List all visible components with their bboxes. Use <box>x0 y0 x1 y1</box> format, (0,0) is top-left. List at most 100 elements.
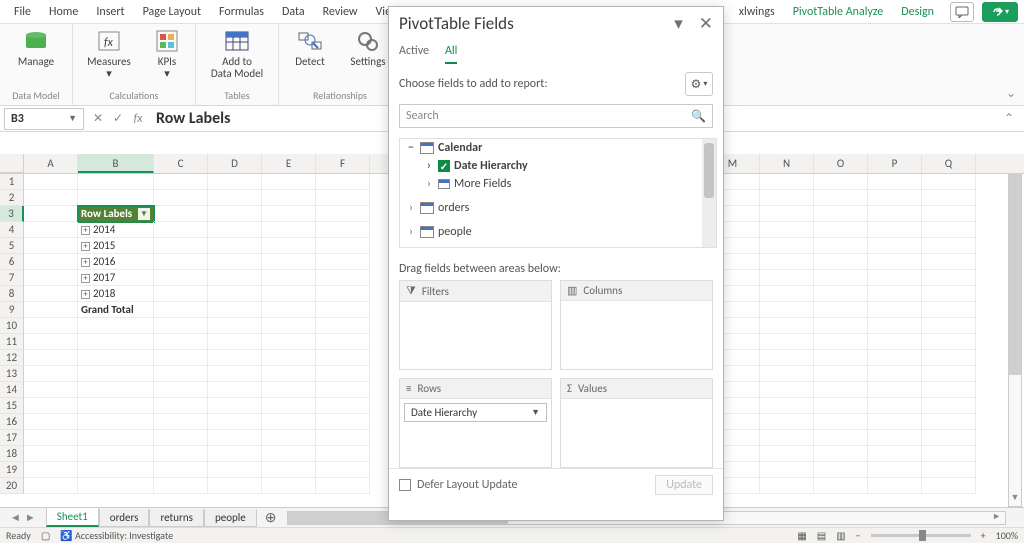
zoom-out-button[interactable]: − <box>856 529 861 542</box>
zoom-slider[interactable] <box>871 534 971 537</box>
sheet-tab-orders[interactable]: orders <box>99 509 150 527</box>
pivot-cell[interactable]: +2016 <box>78 254 154 270</box>
col-N[interactable]: N <box>760 154 814 173</box>
enter-formula-icon[interactable]: ✓ <box>108 111 128 126</box>
tab-insert[interactable]: Insert <box>88 2 132 22</box>
view-page-layout-icon[interactable]: ▤ <box>817 529 826 542</box>
row-12[interactable]: 12 <box>0 350 24 366</box>
name-box[interactable]: B3 ▼ <box>4 108 84 130</box>
share-button[interactable]: ▾ <box>982 2 1018 22</box>
col-D[interactable]: D <box>208 154 262 173</box>
detect-button[interactable]: Detect <box>287 28 333 68</box>
area-filters[interactable]: ⧩Filters <box>399 280 552 370</box>
pivot-cell[interactable]: +2015 <box>78 238 154 254</box>
field-calendar[interactable]: Calendar <box>438 141 482 155</box>
select-all-triangle[interactable] <box>0 154 24 173</box>
field-list[interactable]: −Calendar ›✓Date Hierarchy ›More Fields … <box>399 138 717 248</box>
zoom-in-button[interactable]: + <box>981 529 986 542</box>
col-C[interactable]: C <box>154 154 208 173</box>
tab-formulas[interactable]: Formulas <box>211 2 272 22</box>
row-8[interactable]: 8 <box>0 286 24 302</box>
kpis-button[interactable]: KPIs▾ <box>147 28 187 80</box>
row-9[interactable]: 9 <box>0 302 24 318</box>
macro-record-icon[interactable]: ▢ <box>41 529 50 542</box>
tab-design[interactable]: Design <box>893 2 942 22</box>
field-list-scrollbar[interactable] <box>702 139 716 247</box>
add-to-data-model-button[interactable]: Add to Data Model <box>204 28 270 80</box>
field-people[interactable]: people <box>438 225 472 239</box>
pane-tab-active[interactable]: Active <box>399 40 429 64</box>
col-B[interactable]: B <box>78 154 154 173</box>
row-13[interactable]: 13 <box>0 366 24 382</box>
row-2[interactable]: 2 <box>0 190 24 206</box>
area-values[interactable]: ΣValues <box>560 378 713 468</box>
row-14[interactable]: 14 <box>0 382 24 398</box>
field-search-input[interactable]: Search 🔍 <box>399 104 713 128</box>
row-field-date-hierarchy[interactable]: Date Hierarchy ▼ <box>404 403 547 422</box>
sheet-tab-returns[interactable]: returns <box>149 509 203 527</box>
view-page-break-icon[interactable]: ▥ <box>836 529 845 542</box>
sheet-tab-sheet1[interactable]: Sheet1 <box>46 508 99 527</box>
measures-button[interactable]: fx Measures▾ <box>81 28 137 80</box>
zoom-level[interactable]: 100% <box>996 529 1018 542</box>
vertical-scrollbar[interactable]: ▲ ▼ <box>1008 174 1022 507</box>
pane-gear-button[interactable]: ⚙▾ <box>685 72 713 96</box>
row-4[interactable]: 4 <box>0 222 24 238</box>
pivot-cell[interactable]: +2014 <box>78 222 154 238</box>
row-10[interactable]: 10 <box>0 318 24 334</box>
row-16[interactable]: 16 <box>0 414 24 430</box>
manage-button[interactable]: Manage <box>8 28 64 68</box>
row-3[interactable]: 3 <box>0 206 24 222</box>
row-15[interactable]: 15 <box>0 398 24 414</box>
col-F[interactable]: F <box>316 154 370 173</box>
view-normal-icon[interactable]: ▦ <box>797 529 806 542</box>
field-orders[interactable]: orders <box>438 201 469 215</box>
fx-icon[interactable]: fx <box>128 112 148 126</box>
row-20[interactable]: 20 <box>0 478 24 494</box>
pivot-cell[interactable]: Grand Total <box>78 302 154 318</box>
tab-data[interactable]: Data <box>274 2 313 22</box>
checkbox-date-hierarchy[interactable]: ✓ <box>438 160 450 172</box>
pivot-cell[interactable]: Row Labels▼ <box>78 206 154 222</box>
row-1[interactable]: 1 <box>0 174 24 190</box>
chevron-down-icon[interactable]: ▼ <box>531 407 540 418</box>
col-A[interactable]: A <box>24 154 78 173</box>
sheet-nav-next[interactable]: ► <box>25 511 36 524</box>
formula-bar-expand-icon[interactable]: ⌃ <box>994 111 1024 126</box>
settings-button[interactable]: Settings <box>343 28 393 68</box>
row-11[interactable]: 11 <box>0 334 24 350</box>
col-Q[interactable]: Q <box>922 154 976 173</box>
tab-review[interactable]: Review <box>315 2 366 22</box>
col-P[interactable]: P <box>868 154 922 173</box>
tab-page-layout[interactable]: Page Layout <box>135 2 209 22</box>
chevron-down-icon[interactable]: ▼ <box>68 113 77 124</box>
pivot-cell[interactable]: +2017 <box>78 270 154 286</box>
scrollbar-thumb[interactable] <box>1009 175 1021 375</box>
col-O[interactable]: O <box>814 154 868 173</box>
comments-button[interactable] <box>950 2 974 22</box>
row-5[interactable]: 5 <box>0 238 24 254</box>
ribbon-collapse-icon[interactable]: ⌄ <box>998 82 1024 105</box>
row-7[interactable]: 7 <box>0 270 24 286</box>
tab-pivottable-analyze[interactable]: PivotTable Analyze <box>785 2 892 22</box>
new-sheet-button[interactable]: ⊕ <box>257 509 285 526</box>
pane-close-icon[interactable]: ✕ <box>699 13 713 34</box>
update-button[interactable]: Update <box>655 475 713 495</box>
cancel-formula-icon[interactable]: ✕ <box>88 111 108 126</box>
row-6[interactable]: 6 <box>0 254 24 270</box>
col-E[interactable]: E <box>262 154 316 173</box>
tab-file[interactable]: File <box>6 2 39 22</box>
row-18[interactable]: 18 <box>0 446 24 462</box>
sheet-nav-prev[interactable]: ◄ <box>10 511 21 524</box>
field-date-hierarchy[interactable]: Date Hierarchy <box>454 159 528 173</box>
row-19[interactable]: 19 <box>0 462 24 478</box>
pivot-cell[interactable]: +2018 <box>78 286 154 302</box>
tab-home[interactable]: Home <box>41 2 86 22</box>
sheet-tab-people[interactable]: people <box>204 509 257 527</box>
area-columns[interactable]: ▥Columns <box>560 280 713 370</box>
defer-layout-checkbox[interactable] <box>399 479 411 491</box>
tab-xlwings[interactable]: xlwings <box>731 2 783 22</box>
pane-menu-icon[interactable]: ▾ <box>674 13 683 34</box>
field-more-fields[interactable]: More Fields <box>454 177 511 191</box>
row-17[interactable]: 17 <box>0 430 24 446</box>
